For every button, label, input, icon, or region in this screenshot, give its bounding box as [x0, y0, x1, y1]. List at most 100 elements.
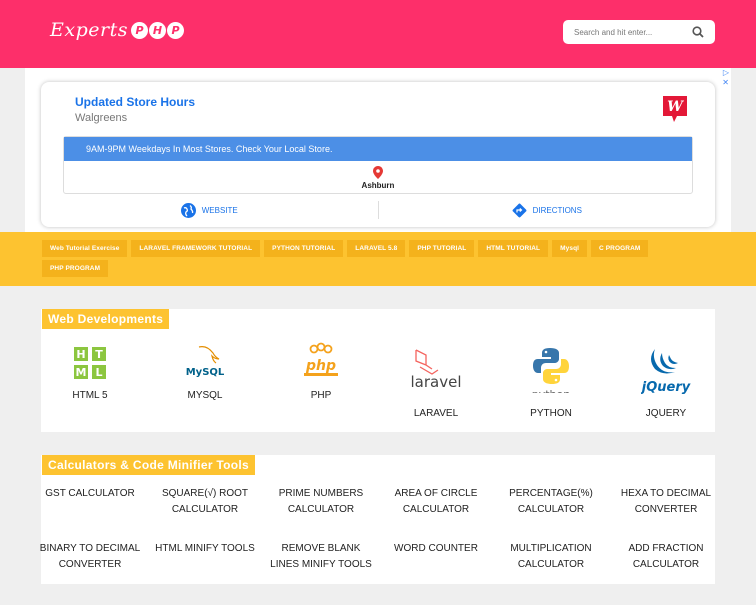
- php-icon-text: php: [305, 358, 336, 374]
- tool-word-counter[interactable]: WORD COUNTER: [380, 541, 492, 557]
- walgreens-logo-icon: W: [663, 96, 687, 122]
- tech-laravel[interactable]: laravel LARAVEL: [380, 309, 492, 432]
- tool-hexa-to-decimal-converter[interactable]: HEXA TO DECIMAL CONVERTER: [610, 486, 722, 518]
- ad-actions: WEBSITE DIRECTIONS: [41, 199, 715, 221]
- html5-icon-letter: T: [95, 348, 103, 361]
- tool-label-line: PERCENTAGE(%): [509, 488, 593, 499]
- tool-square-root-calculator[interactable]: SQUARE(√) ROOT CALCULATOR: [149, 486, 261, 518]
- site-logo[interactable]: Experts P H P: [50, 16, 184, 44]
- tag-python-tutorial[interactable]: PYTHON TUTORIAL: [264, 240, 344, 257]
- adchoices-icon[interactable]: ▷: [723, 68, 729, 77]
- directions-icon: [512, 203, 526, 217]
- laravel-icon: laravel: [380, 347, 492, 391]
- ad-card[interactable]: Updated Store Hours Walgreens W 9AM-9PM …: [41, 82, 715, 227]
- tool-label-line: CALCULATOR: [402, 504, 470, 515]
- calculators-section: Calculators & Code Minifier Tools GST CA…: [40, 455, 715, 584]
- tech-label[interactable]: PYTHON: [495, 408, 607, 419]
- search-icon[interactable]: [692, 26, 704, 38]
- tool-gst-calculator[interactable]: GST CALCULATOR: [34, 486, 146, 502]
- python-icon: python: [495, 347, 607, 393]
- tag-mysql[interactable]: Mysql: [552, 240, 588, 257]
- tag-web-tutorial-exercise[interactable]: Web Tutorial Exercise: [42, 240, 128, 257]
- logo-badge-letter: P: [166, 21, 184, 39]
- tool-label-line: HEXA TO DECIMAL: [620, 488, 712, 499]
- directions-button[interactable]: DIRECTIONS: [379, 199, 716, 221]
- tech-label[interactable]: HTML 5: [34, 390, 146, 401]
- tool-label-line: CONVERTER: [58, 559, 122, 570]
- ad-location: Ashburn: [361, 181, 395, 190]
- html5-icon-letter: M: [76, 366, 87, 379]
- ad-advertiser: Walgreens: [75, 112, 128, 124]
- php-icon: php: [265, 342, 377, 380]
- tool-label-line: BINARY TO DECIMAL: [39, 543, 141, 554]
- tech-python[interactable]: python PYTHON: [495, 309, 607, 432]
- search-input[interactable]: [574, 27, 686, 37]
- tech-label[interactable]: JQUERY: [610, 408, 722, 419]
- site-header: Experts P H P: [0, 0, 756, 68]
- logo-badge: P H P: [130, 21, 184, 39]
- jquery-icon: jQuery: [610, 345, 722, 395]
- tool-multiplication-calculator[interactable]: MULTIPLICATION CALCULATOR: [495, 541, 607, 573]
- html5-icon-letter: H: [76, 348, 85, 361]
- ad-banner-text[interactable]: 9AM-9PM Weekdays In Most Stores. Check Y…: [64, 137, 692, 161]
- tool-label-line: CALCULATOR: [517, 559, 585, 570]
- tag-c-program[interactable]: C PROGRAM: [591, 240, 649, 257]
- laravel-icon-text: laravel: [411, 373, 462, 391]
- tech-label[interactable]: MYSQL: [149, 390, 261, 401]
- mysql-icon: MySQL: [149, 343, 261, 379]
- tool-add-fraction-calculator[interactable]: ADD FRACTION CALCULATOR: [610, 541, 722, 573]
- tool-label-line: LINES MINIFY TOOLS: [270, 559, 372, 570]
- tag-html-tutorial[interactable]: HTML TUTORIAL: [478, 240, 549, 257]
- tool-label-line: PRIME NUMBERS: [278, 488, 364, 499]
- logo-badge-letter: P: [130, 21, 148, 39]
- tool-label-line: GST CALCULATOR: [45, 488, 135, 499]
- tech-html5[interactable]: H T M L HTML 5: [34, 309, 146, 432]
- mysql-icon-text: MySQL: [186, 367, 225, 378]
- tag-bar: Web Tutorial Exercise LARAVEL FRAMEWORK …: [0, 232, 756, 286]
- tool-label-line: CALCULATOR: [171, 504, 239, 515]
- location-pin-icon: [373, 166, 383, 179]
- tool-label-line: REMOVE BLANK: [281, 543, 361, 554]
- tech-label[interactable]: LARAVEL: [380, 408, 492, 419]
- tag-laravel-framework-tutorial[interactable]: LARAVEL FRAMEWORK TUTORIAL: [131, 240, 261, 257]
- website-button[interactable]: WEBSITE: [41, 199, 378, 221]
- tag-php-program[interactable]: PHP PROGRAM: [42, 260, 109, 277]
- python-icon-text: python: [532, 388, 571, 393]
- tool-html-minify-tools[interactable]: HTML MINIFY TOOLS: [149, 541, 261, 557]
- tool-area-of-circle-calculator[interactable]: AREA OF CIRCLE CALCULATOR: [380, 486, 492, 518]
- close-ad-icon[interactable]: ✕: [722, 78, 729, 87]
- tool-percentage-calculator[interactable]: PERCENTAGE(%) CALCULATOR: [495, 486, 607, 518]
- tool-binary-to-decimal-converter[interactable]: BINARY TO DECIMAL CONVERTER: [34, 541, 146, 573]
- tag-php-tutorial[interactable]: PHP TUTORIAL: [409, 240, 475, 257]
- tool-label-line: AREA OF CIRCLE: [394, 488, 478, 499]
- tool-label-line: CALCULATOR: [632, 559, 700, 570]
- tool-label-line: CALCULATOR: [287, 504, 355, 515]
- tool-label-line: MULTIPLICATION: [510, 543, 592, 554]
- tech-php[interactable]: php PHP: [265, 309, 377, 432]
- tool-label-line: ADD FRACTION: [628, 543, 704, 554]
- search-box: [563, 20, 715, 44]
- tool-label-line: WORD COUNTER: [394, 543, 478, 554]
- ad-container: ▷ ✕ Updated Store Hours Walgreens W 9AM-…: [25, 68, 731, 232]
- html5-icon-letter: L: [95, 366, 102, 379]
- tech-mysql[interactable]: MySQL MYSQL: [149, 309, 261, 432]
- logo-badge-letter: H: [148, 21, 166, 39]
- tool-label-line: CALCULATOR: [517, 504, 585, 515]
- web-developments-section: Web Developments H T M L HTML 5 MySQL MY…: [41, 309, 715, 432]
- tech-label[interactable]: PHP: [265, 390, 377, 401]
- logo-text: Experts: [50, 19, 128, 41]
- svg-text:W: W: [667, 99, 684, 115]
- tag-list: Web Tutorial Exercise LARAVEL FRAMEWORK …: [42, 240, 702, 277]
- tool-label-line: SQUARE(√) ROOT: [161, 488, 249, 499]
- tool-remove-blank-lines[interactable]: REMOVE BLANK LINES MINIFY TOOLS: [265, 541, 377, 573]
- tool-label-line: CONVERTER: [634, 504, 698, 515]
- tech-jquery[interactable]: jQuery JQUERY: [610, 309, 722, 432]
- tool-prime-numbers-calculator[interactable]: PRIME NUMBERS CALCULATOR: [265, 486, 377, 518]
- website-label: WEBSITE: [201, 205, 238, 215]
- ad-info-box: 9AM-9PM Weekdays In Most Stores. Check Y…: [63, 136, 693, 194]
- globe-icon: [180, 202, 196, 218]
- directions-label: DIRECTIONS: [532, 205, 582, 215]
- tag-laravel-5-8[interactable]: LARAVEL 5.8: [347, 240, 406, 257]
- ad-title[interactable]: Updated Store Hours: [75, 95, 195, 109]
- jquery-icon-text: jQuery: [641, 380, 691, 395]
